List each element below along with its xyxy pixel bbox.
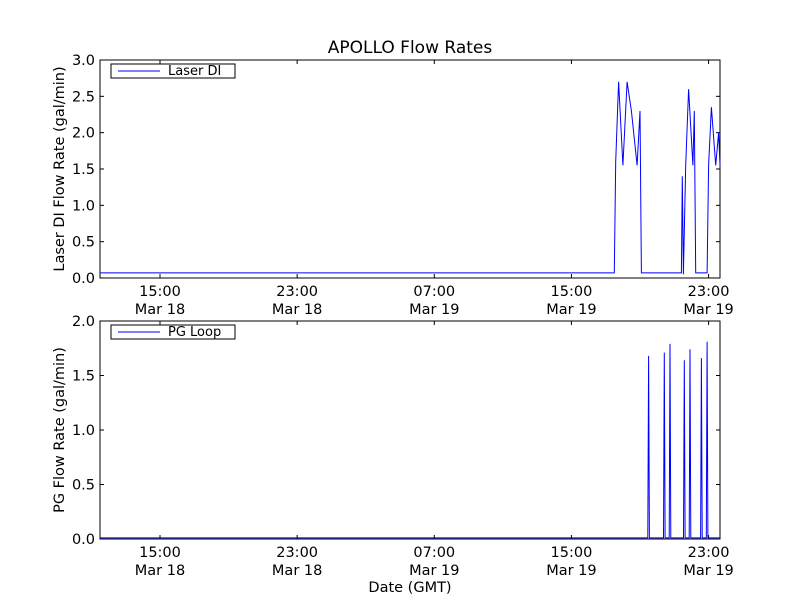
x-tick-label-time: 23:00: [688, 284, 730, 300]
y-tick-label: 1.0: [72, 423, 95, 439]
y-tick-label: 1.0: [72, 198, 95, 214]
x-axis-label: Date (GMT): [368, 580, 451, 596]
x-tick-label-time: 15:00: [139, 284, 181, 300]
y-tick-label: 1.5: [72, 369, 95, 385]
x-tick-label-time: 23:00: [276, 545, 318, 561]
x-tick-label-date: Mar 18: [272, 302, 322, 318]
x-tick-label-date: Mar 19: [683, 563, 733, 579]
y-tick-label: 0.5: [72, 235, 95, 251]
pg-loop-panel: 0.0 0.5 1.0 1.5 2.0 15:00 Mar 18 23:00 Mar 18 07:…: [72, 314, 734, 579]
pg-y-axis-label: PG Flow Rate (gal/min): [52, 347, 68, 513]
x-tick-label-date: Mar 18: [135, 563, 185, 579]
y-tick-label: 0.5: [72, 478, 95, 494]
plot-area-frame: [99, 320, 721, 540]
x-tick-label-date: Mar 19: [409, 302, 459, 318]
x-tick-label-time: 23:00: [688, 545, 730, 561]
x-tick-label-time: 15:00: [551, 284, 593, 300]
legend: PG Loop: [110, 324, 236, 340]
y-tick-label: 3.0: [72, 53, 95, 69]
y-tick-label: 2.5: [72, 89, 95, 105]
x-tick-label-date: Mar 19: [546, 302, 596, 318]
apollo-flow-rates-figure: APOLLO Flow Rates 0.0 0.5 1.0 1.5 2.0 2.5 3.0 1…: [52, 38, 734, 596]
x-tick-label-time: 07:00: [413, 545, 455, 561]
legend: Laser DI: [110, 63, 236, 79]
x-tick-label-date: Mar 19: [409, 563, 459, 579]
laser-di-panel: 0.0 0.5 1.0 1.5 2.0 2.5 3.0 15:00 Mar 18 23:00 Mar…: [72, 53, 734, 318]
y-tick-label: 0.0: [72, 532, 95, 548]
legend-label: PG Loop: [168, 325, 221, 340]
chart-title: APOLLO Flow Rates: [328, 38, 493, 58]
x-tick-label-time: 15:00: [139, 545, 181, 561]
x-tick-label-date: Mar 19: [546, 563, 596, 579]
laser-di-y-axis-label: Laser DI Flow Rate (gal/min): [52, 66, 68, 271]
y-tick-label: 2.0: [72, 314, 95, 330]
x-tick-label-date: Mar 18: [272, 563, 322, 579]
y-tick-label: 2.0: [72, 126, 95, 142]
x-tick-label-date: Mar 18: [135, 302, 185, 318]
legend-label: Laser DI: [168, 64, 221, 79]
y-tick-label: 1.5: [72, 162, 95, 178]
x-tick-label-time: 15:00: [551, 545, 593, 561]
x-tick-label-time: 07:00: [413, 284, 455, 300]
y-tick-label: 0.0: [72, 271, 95, 287]
x-tick-label-date: Mar 19: [683, 302, 733, 318]
x-tick-label-time: 23:00: [276, 284, 318, 300]
